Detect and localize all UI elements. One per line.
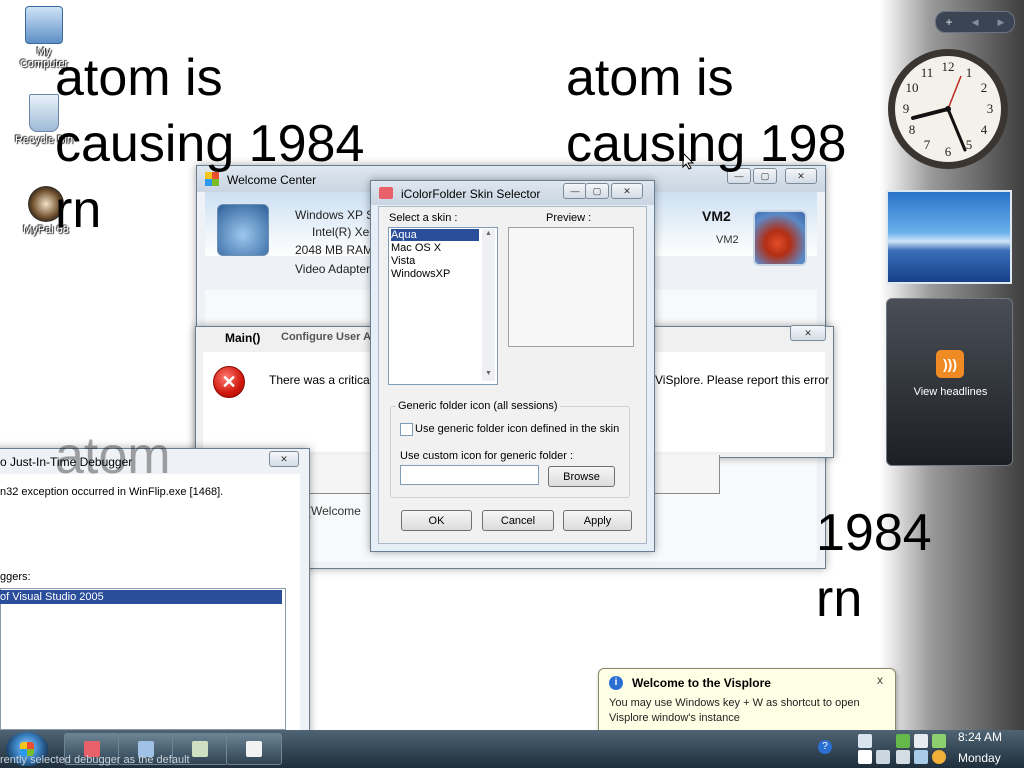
balloon-text-line2: Visplore window's instance [609,712,740,724]
cart-icon[interactable] [896,750,910,764]
balloon-title: Welcome to the Visplore [632,676,771,690]
search-icon[interactable] [932,750,946,764]
custom-icon-input[interactable] [400,465,539,485]
svg-text:12: 12 [942,59,955,74]
svg-text:7: 7 [924,137,931,152]
sidebar-controls: + ◀ ▶ [935,11,1015,33]
clock-gadget[interactable]: 12 12 345 678 91011 [885,46,1011,172]
svg-text:10: 10 [906,80,919,95]
error-icon: ✕ [213,366,245,398]
scroll-up-icon[interactable]: ▲ [485,230,492,237]
configure-user-label: Configure User Ac [281,331,378,343]
skin-item-windowsxp[interactable]: WindowsXP [391,268,479,280]
tab-main[interactable]: Main() [225,331,260,345]
folder-icon [379,187,393,199]
help-icon[interactable]: ? [818,740,832,754]
window-switch-icon[interactable] [914,750,928,764]
close-button[interactable]: ✕ [790,325,826,341]
monitor-icon[interactable] [932,734,946,748]
svg-text:9: 9 [903,101,910,116]
close-button[interactable]: ✕ [611,183,643,199]
debuggers-label: ggers: [0,571,31,583]
feeds-gadget[interactable] [886,298,1013,466]
keyboard-icon[interactable] [858,750,872,764]
title-bar[interactable]: iColorFolder Skin Selector — ▢ ✕ [371,181,654,205]
overlay-text-bottom: 1984 rn [816,504,932,628]
browse-button[interactable]: Browse [548,466,615,487]
error-message-end: ViSplore. Please report this error [655,373,829,387]
svg-text:2: 2 [981,80,988,95]
svg-text:8: 8 [909,122,916,137]
window-title: iColorFolder Skin Selector [401,187,541,201]
user-picture [753,210,807,266]
skin-item-vista[interactable]: Vista [391,255,479,267]
skin-item-macosx[interactable]: Mac OS X [391,242,479,254]
computer-subtitle: VM2 [716,234,739,246]
svg-text:4: 4 [981,122,988,137]
checkbox-label: Use generic folder icon defined in the s… [415,423,620,435]
video-line: Video Adapter [295,262,371,276]
scroll-down-icon[interactable]: ▼ [485,370,492,377]
group-title: Generic folder icon (all sessions) [396,400,560,412]
svg-text:6: 6 [945,144,952,159]
apply-button[interactable]: Apply [563,510,632,531]
overlay-text-left: atom is causing 1984 rn [55,49,365,239]
minimize-button[interactable]: — [563,183,587,199]
preview-label: Preview : [546,212,592,224]
taskbar-button-error[interactable] [226,733,282,765]
slideshow-gadget[interactable] [886,190,1012,284]
add-gadget-button[interactable]: + [946,15,953,29]
balloon-text-line1: You may use Windows key + W as shortcut … [609,697,860,709]
feeds-headlines-label[interactable]: View headlines [887,386,1014,398]
svg-text:5: 5 [966,137,973,152]
skin-item-aqua[interactable]: Aqua [391,229,479,241]
custom-icon-label: Use custom icon for generic folder : [400,450,574,462]
close-button[interactable]: ✕ [269,451,299,467]
skin-list-scrollbar[interactable]: ▲ ▼ [482,229,495,381]
select-skin-label: Select a skin : [389,212,458,224]
balloon-close-button[interactable]: x [877,673,883,687]
computer-icon [25,6,63,44]
generic-icon-checkbox[interactable] [400,423,413,436]
svg-text:1: 1 [966,65,973,80]
computer-name: VM2 [702,208,731,224]
volume-icon[interactable] [876,750,890,764]
skin-preview [508,227,634,347]
taskbar-ghost-text: rently selected debugger as the default [0,754,190,766]
info-icon: i [609,676,623,690]
cancel-button[interactable]: Cancel [482,510,554,531]
display-icon[interactable] [914,734,928,748]
window-icon [246,741,262,757]
tray-time[interactable]: 8:24 AM [958,730,1002,744]
overlay-text-faded: atom [55,427,171,485]
svg-text:3: 3 [987,101,994,116]
debugger-list[interactable] [0,588,286,730]
rss-icon: ))) [936,350,964,378]
previous-icon[interactable]: ◀ [972,17,979,28]
security-icon[interactable] [896,734,910,748]
maximize-button[interactable]: ▢ [585,183,609,199]
error-message-start: There was a critical [269,373,373,387]
svg-text:11: 11 [921,65,934,80]
tray-day[interactable]: Monday [958,751,1001,765]
next-icon[interactable]: ▶ [998,17,1005,28]
network-icon[interactable] [858,734,872,748]
overlay-text-right: atom is causing 198 [566,49,847,173]
list-item[interactable]: of Visual Studio 2005 [0,590,282,604]
ram-line: 2048 MB RAM [295,243,374,257]
welcome-icon [192,741,208,757]
ok-button[interactable]: OK [401,510,472,531]
